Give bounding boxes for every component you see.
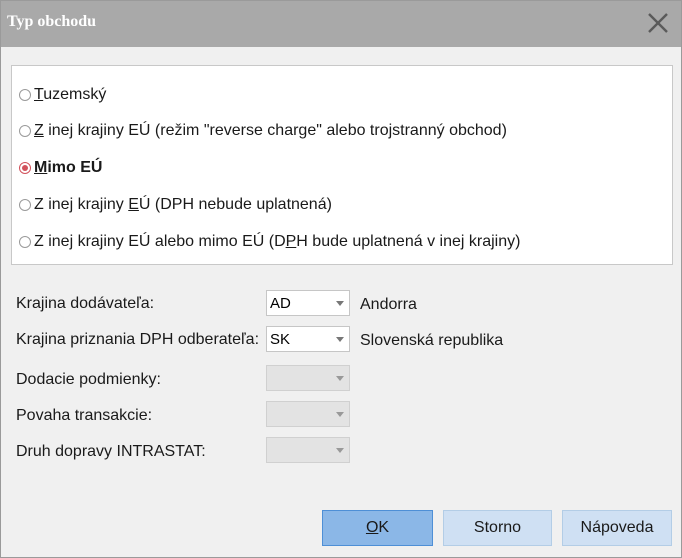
- radio-eu-reverse-charge[interactable]: Z inej krajiny EÚ (režim "reverse charge…: [19, 122, 507, 140]
- supplier-country-select[interactable]: AD: [266, 290, 350, 316]
- supplier-country-name: Andorra: [360, 296, 417, 313]
- chevron-down-icon[interactable]: [336, 337, 344, 342]
- vat-country-select[interactable]: SK: [266, 326, 350, 352]
- chevron-down-icon: [336, 376, 344, 381]
- ok-button[interactable]: OK: [322, 510, 433, 546]
- radio-button[interactable]: [19, 199, 31, 211]
- trade-type-group: Tuzemský Z inej krajiny EÚ (režim "rever…: [11, 65, 673, 265]
- radio-button[interactable]: [19, 125, 31, 137]
- close-icon[interactable]: [645, 10, 671, 36]
- delivery-terms-select: [266, 365, 350, 391]
- vat-country-label: Krajina priznania DPH odberateľa:: [16, 331, 260, 348]
- select-value: AD: [270, 295, 291, 312]
- radio-button[interactable]: [19, 89, 31, 101]
- title-bar[interactable]: Typ obchodu: [1, 1, 681, 47]
- radio-label: Z inej krajiny EÚ (DPH nebude uplatnená): [34, 196, 332, 213]
- radio-button-selected[interactable]: [19, 162, 31, 174]
- ok-label: OK: [365, 519, 390, 536]
- transaction-nature-label: Povaha transakcie:: [16, 407, 153, 424]
- cancel-button[interactable]: Storno: [443, 510, 552, 546]
- radio-label: Mimo EÚ: [34, 159, 103, 176]
- radio-domestic[interactable]: Tuzemský: [19, 86, 106, 104]
- transaction-nature-select: [266, 401, 350, 427]
- help-button[interactable]: Nápoveda: [562, 510, 672, 546]
- radio-outside-eu[interactable]: Mimo EÚ: [19, 159, 102, 177]
- radio-label: Z inej krajiny EÚ alebo mimo EÚ (DPH bud…: [34, 233, 521, 250]
- radio-button[interactable]: [19, 236, 31, 248]
- select-value: SK: [270, 331, 291, 348]
- radio-vat-other-country[interactable]: Z inej krajiny EÚ alebo mimo EÚ (DPH bud…: [19, 233, 520, 251]
- supplier-country-label: Krajina dodávateľa:: [16, 295, 155, 312]
- transport-mode-select: [266, 437, 350, 463]
- chevron-down-icon: [336, 412, 344, 417]
- dialog-title: Typ obchodu: [7, 13, 97, 30]
- radio-label: Z inej krajiny EÚ (režim "reverse charge…: [34, 122, 507, 139]
- chevron-down-icon[interactable]: [336, 301, 344, 306]
- delivery-terms-label: Dodacie podmienky:: [16, 371, 161, 388]
- radio-eu-no-vat[interactable]: Z inej krajiny EÚ (DPH nebude uplatnená): [19, 196, 332, 214]
- radio-label: Tuzemský: [34, 86, 107, 103]
- vat-country-name: Slovenská republika: [360, 332, 504, 349]
- transport-mode-label: Druh dopravy INTRASTAT:: [16, 443, 206, 460]
- chevron-down-icon: [336, 448, 344, 453]
- dialog-window: Typ obchodu Tuzemský Z inej krajiny EÚ (…: [0, 0, 682, 558]
